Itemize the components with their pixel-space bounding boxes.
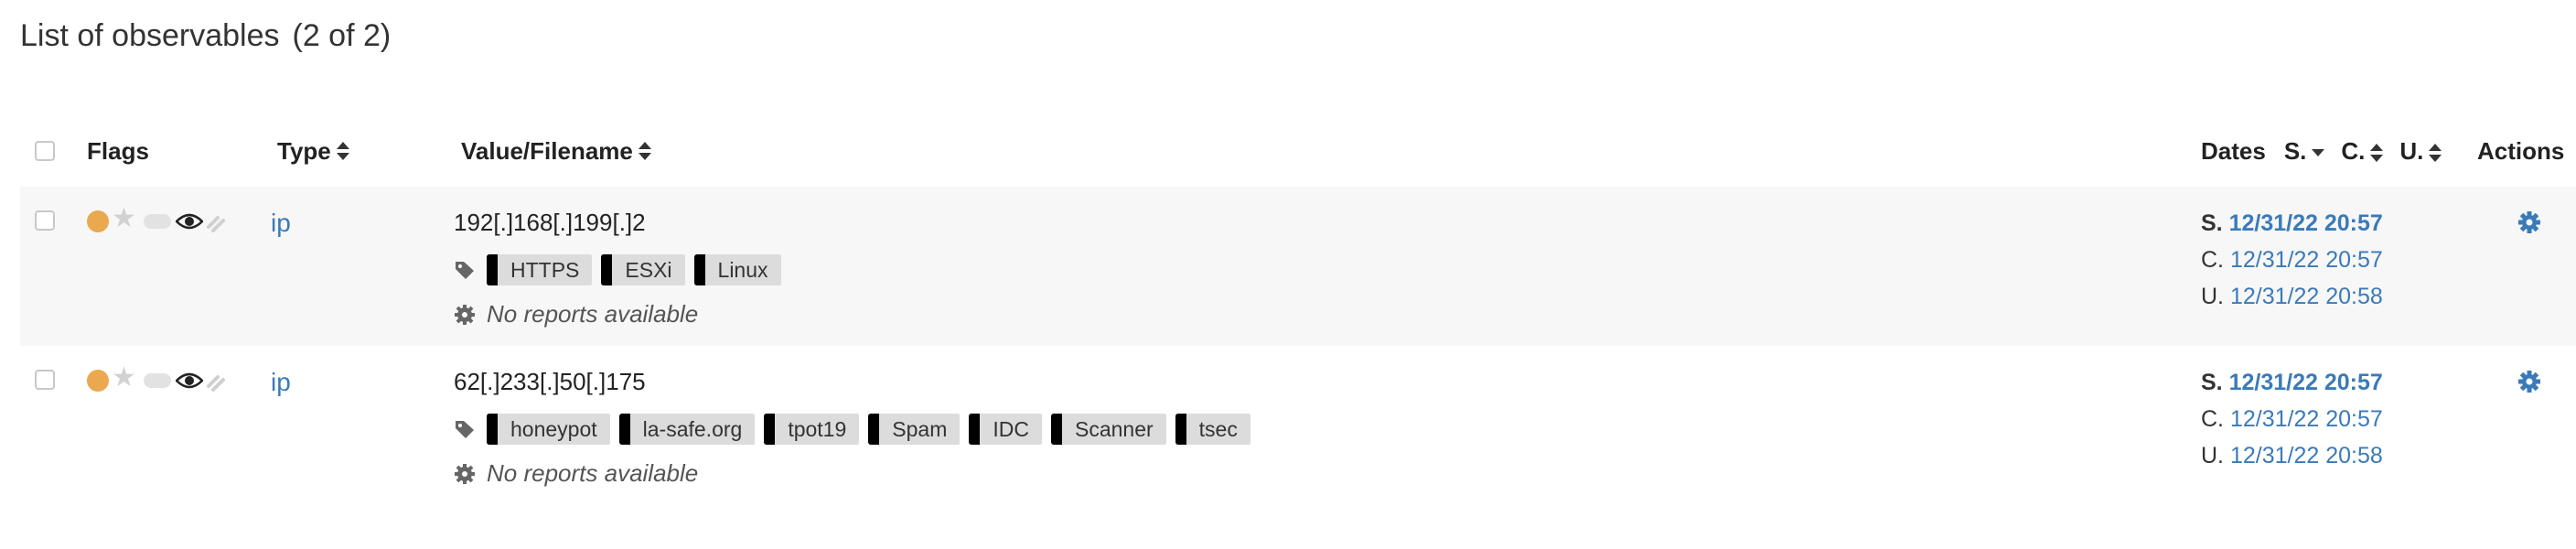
- row-checkbox[interactable]: [35, 370, 55, 390]
- header-value[interactable]: Value/Filename: [461, 128, 651, 174]
- sort-icon[interactable]: [2429, 143, 2442, 162]
- date-u-label: U.: [2201, 443, 2224, 468]
- tag-list: HTTPS ESXi Linux: [454, 254, 781, 285]
- reports-status-text: No reports available: [487, 459, 699, 487]
- tags-icon: [456, 262, 474, 279]
- flag-dot-icon[interactable]: [87, 370, 109, 392]
- observable-type[interactable]: ip: [271, 368, 291, 397]
- flag-dot-icon[interactable]: [87, 210, 109, 232]
- header-type-label: Type: [277, 136, 331, 165]
- tag-label: tpot19: [788, 416, 847, 441]
- header-sort-u[interactable]: U.: [2399, 137, 2442, 166]
- header-flags: Flags: [87, 136, 149, 165]
- header-c-label: C.: [2341, 136, 2366, 165]
- row-checkbox[interactable]: [35, 210, 55, 231]
- gear-icon: [455, 463, 475, 484]
- cog-icon[interactable]: [2517, 370, 2541, 393]
- tag[interactable]: Spam: [868, 414, 961, 445]
- sort-desc-icon[interactable]: [2312, 144, 2325, 162]
- header-actions: Actions: [2477, 136, 2565, 165]
- date-s-label: S.: [2201, 210, 2223, 236]
- reports-status-text: No reports available: [487, 300, 699, 328]
- gear-icon: [455, 304, 475, 325]
- header-sort-s[interactable]: S.: [2284, 137, 2325, 166]
- date-s-value[interactable]: 12/31/22 20:57: [2229, 370, 2383, 395]
- observable-value[interactable]: 62[.]233[.]50[.]175: [454, 368, 646, 396]
- observable-value[interactable]: 192[.]168[.]199[.]2: [454, 209, 646, 237]
- toggle-icon[interactable]: [144, 214, 171, 229]
- tag-label: HTTPS: [510, 257, 580, 282]
- star-icon[interactable]: ★: [112, 205, 136, 232]
- date-c-label: C.: [2201, 406, 2224, 432]
- tag-label: Spam: [892, 416, 948, 441]
- toggle-icon[interactable]: [144, 373, 171, 388]
- tags-icon: [456, 421, 474, 438]
- tag[interactable]: tpot19: [764, 414, 860, 445]
- date-u-value[interactable]: 12/31/22 20:58: [2230, 284, 2383, 309]
- header-s-label: S.: [2283, 136, 2307, 165]
- date-u-value[interactable]: 12/31/22 20:58: [2230, 443, 2383, 468]
- header-u-label: U.: [2399, 136, 2424, 165]
- date-c-label: C.: [2201, 247, 2224, 273]
- table-row: ★ ip 192[.]168[.]199[.]2 HTTPS ESXi Linu…: [20, 187, 2576, 346]
- eye-icon[interactable]: [176, 371, 203, 390]
- dates-block: S. 12/31/22 20:57 C. 12/31/22 20:57 U. 1…: [2201, 364, 2383, 474]
- tag[interactable]: IDC: [969, 414, 1042, 445]
- link-icon[interactable]: [205, 368, 229, 393]
- date-c-value[interactable]: 12/31/22 20:57: [2230, 406, 2383, 432]
- tag-label: la-safe.org: [642, 416, 743, 441]
- select-all-checkbox[interactable]: [35, 128, 55, 174]
- tag[interactable]: tsec: [1175, 414, 1250, 445]
- tag-label: tsec: [1198, 416, 1238, 441]
- tag-label: Scanner: [1074, 416, 1154, 441]
- date-c-value[interactable]: 12/31/22 20:57: [2230, 247, 2383, 273]
- reports-status: No reports available: [454, 300, 698, 328]
- page-title-text: List of observables: [20, 18, 280, 53]
- tag[interactable]: Linux: [693, 254, 781, 285]
- tag[interactable]: Scanner: [1050, 414, 1166, 445]
- header-dates-label: Dates: [2201, 136, 2266, 165]
- star-icon[interactable]: ★: [112, 364, 136, 392]
- sort-icon[interactable]: [336, 142, 349, 160]
- tag-label: IDC: [993, 416, 1029, 441]
- table-row: ★ ip 62[.]233[.]50[.]175 honeypot la-saf…: [20, 346, 2576, 505]
- page-title: List of observables (2 of 2): [20, 18, 391, 54]
- header-dates: Dates S. C. U.: [2201, 128, 2442, 174]
- date-s-value[interactable]: 12/31/22 20:57: [2229, 210, 2383, 236]
- observable-type[interactable]: ip: [271, 209, 291, 238]
- tag-label: ESXi: [625, 257, 672, 282]
- date-u-label: U.: [2201, 284, 2224, 309]
- tag-list: honeypot la-safe.org tpot19 Spam IDC Sca…: [454, 414, 1250, 445]
- header-type[interactable]: Type: [277, 128, 349, 174]
- cog-icon[interactable]: [2517, 210, 2541, 234]
- dates-block: S. 12/31/22 20:57 C. 12/31/22 20:57 U. 1…: [2201, 205, 2383, 315]
- tag[interactable]: honeypot: [487, 414, 610, 445]
- tag-label: honeypot: [510, 416, 597, 441]
- reports-status: No reports available: [454, 459, 698, 488]
- observable-count: (2 of 2): [292, 18, 392, 53]
- tag[interactable]: HTTPS: [487, 254, 593, 285]
- date-s-label: S.: [2201, 370, 2223, 395]
- sort-icon[interactable]: [2370, 143, 2384, 162]
- header-sort-c[interactable]: C.: [2341, 136, 2384, 166]
- tag[interactable]: la-safe.org: [618, 414, 756, 445]
- link-icon[interactable]: [205, 209, 229, 234]
- tag[interactable]: ESXi: [601, 254, 685, 285]
- eye-icon[interactable]: [176, 212, 203, 231]
- tag-label: Linux: [717, 257, 768, 282]
- sort-icon[interactable]: [638, 142, 651, 160]
- header-value-label: Value/Filename: [461, 136, 633, 165]
